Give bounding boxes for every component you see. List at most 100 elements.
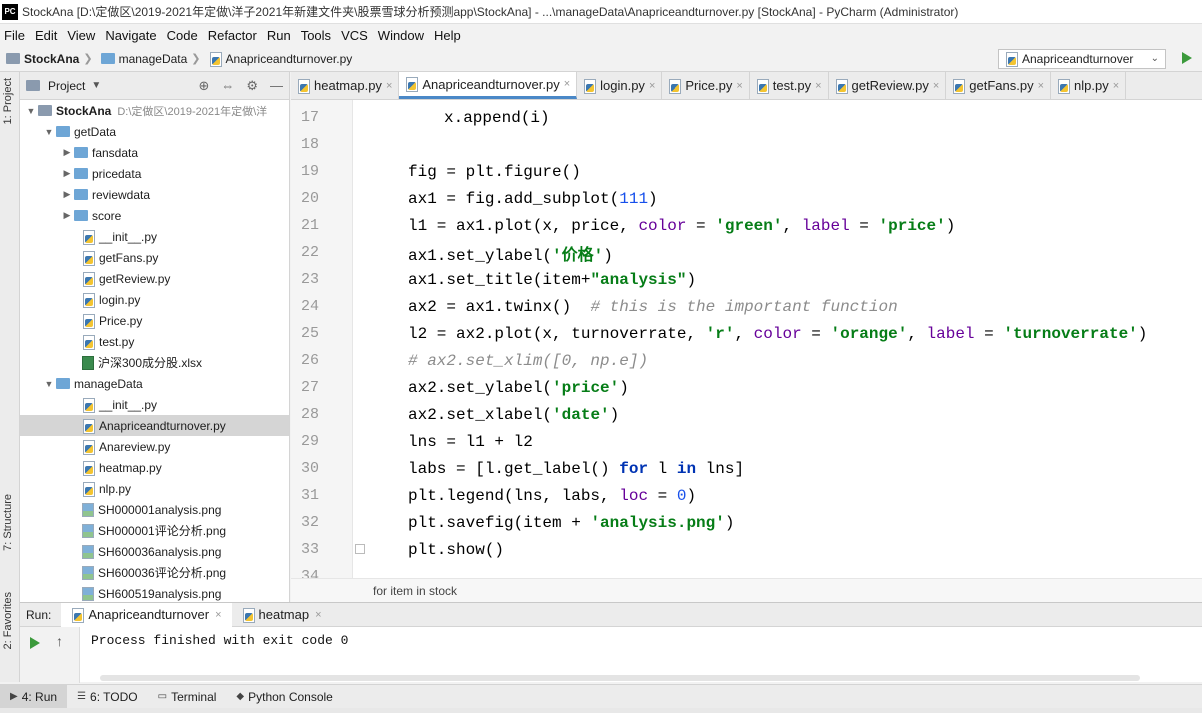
editor-tab-anapriceandturnover[interactable]: Anapriceandturnover.py × <box>399 72 578 99</box>
close-icon[interactable]: × <box>649 80 655 92</box>
tool-window-python-console[interactable]: ◆ Python Console <box>226 685 342 709</box>
code-line[interactable]: 23 ax1.set_title(item+"analysis") <box>291 266 1202 293</box>
close-icon[interactable]: × <box>315 609 321 621</box>
tree-folder-managedata[interactable]: ▼ manageData <box>20 373 289 394</box>
tree-file[interactable]: SH600036analysis.png <box>20 541 289 562</box>
tree-file[interactable]: login.py <box>20 289 289 310</box>
code-line[interactable]: 29 lns = l1 + l2 <box>291 428 1202 455</box>
tree-folder-pricedata[interactable]: ▶ pricedata <box>20 163 289 184</box>
nav-crumb-project[interactable]: StockAna ❯ <box>6 52 97 66</box>
hide-panel-icon[interactable]: — <box>270 78 283 94</box>
editor-tab-login[interactable]: login.py × <box>577 72 663 99</box>
chevron-right-icon[interactable]: ▶ <box>60 147 74 158</box>
close-icon[interactable]: × <box>1113 80 1119 92</box>
code-line[interactable]: 20 ax1 = fig.add_subplot(111) <box>291 185 1202 212</box>
code-line[interactable]: 32 plt.savefig(item + 'analysis.png') <box>291 509 1202 536</box>
code-line[interactable]: 33 plt.show() <box>291 536 1202 563</box>
chevron-right-icon[interactable]: ▶ <box>60 210 74 221</box>
chevron-down-icon[interactable]: ▼ <box>91 80 101 91</box>
editor-tab-heatmap[interactable]: heatmap.py × <box>291 72 400 99</box>
chevron-right-icon[interactable]: ▶ <box>60 168 74 179</box>
gear-icon[interactable]: ⚙ <box>246 78 258 94</box>
tree-folder-getdata[interactable]: ▼ getData <box>20 121 289 142</box>
editor-tab-nlp[interactable]: nlp.py × <box>1051 72 1127 99</box>
menu-tools[interactable]: Tools <box>301 28 331 43</box>
code-line[interactable]: 31 plt.legend(lns, labs, loc = 0) <box>291 482 1202 509</box>
run-configuration-select[interactable]: Anapriceandturnover ⌄ <box>998 49 1166 69</box>
menu-file[interactable]: File <box>4 28 25 43</box>
tree-file[interactable]: SH600519analysis.png <box>20 583 289 604</box>
tree-file[interactable]: getFans.py <box>20 247 289 268</box>
tool-tab-structure[interactable]: 7: Structure <box>2 494 14 551</box>
close-icon[interactable]: × <box>564 78 570 90</box>
horizontal-scrollbar[interactable] <box>100 675 1140 681</box>
menu-view[interactable]: View <box>67 28 95 43</box>
arrow-up-icon[interactable]: ↑ <box>56 633 63 649</box>
menu-refactor[interactable]: Refactor <box>208 28 257 43</box>
tree-file[interactable]: heatmap.py <box>20 457 289 478</box>
chevron-down-icon[interactable]: ▼ <box>42 379 56 389</box>
chevron-right-icon[interactable]: ▶ <box>60 189 74 200</box>
chevron-down-icon[interactable]: ▼ <box>24 106 38 116</box>
editor-tab-getfans[interactable]: getFans.py × <box>946 72 1052 99</box>
code-line[interactable]: 34 <box>291 563 1202 578</box>
menu-edit[interactable]: Edit <box>35 28 57 43</box>
tree-file[interactable]: SH000001analysis.png <box>20 499 289 520</box>
tree-file[interactable]: SH000001评论分析.png <box>20 520 289 541</box>
close-icon[interactable]: × <box>1038 80 1044 92</box>
run-tab-anapriceandturnover[interactable]: Anapriceandturnover × <box>61 602 232 627</box>
collapse-all-icon[interactable]: ⇔ <box>221 78 234 94</box>
editor-tab-price[interactable]: Price.py × <box>662 72 750 99</box>
nav-crumb-file[interactable]: Anapriceandturnover.py <box>209 51 352 67</box>
code-line[interactable]: 19 fig = plt.figure() <box>291 158 1202 185</box>
close-icon[interactable]: × <box>933 80 939 92</box>
menu-window[interactable]: Window <box>378 28 424 43</box>
editor-tab-getreview[interactable]: getReview.py × <box>829 72 947 99</box>
menu-navigate[interactable]: Navigate <box>105 28 156 43</box>
editor-tab-test[interactable]: test.py × <box>750 72 829 99</box>
code-line[interactable]: 27 ax2.set_ylabel('price') <box>291 374 1202 401</box>
close-icon[interactable]: × <box>215 609 221 621</box>
tool-window-run[interactable]: ▶ 4: Run <box>0 684 68 709</box>
code-line[interactable]: 21 l1 = ax1.plot(x, price, color = 'gree… <box>291 212 1202 239</box>
tool-tab-project[interactable]: 1: Project <box>2 78 14 124</box>
menu-vcs[interactable]: VCS <box>341 28 368 43</box>
tree-file[interactable]: SH600036评论分析.png <box>20 562 289 583</box>
menu-help[interactable]: Help <box>434 28 461 43</box>
code-line[interactable]: 26 # ax2.set_xlim([0, np.e]) <box>291 347 1202 374</box>
tree-file[interactable]: nlp.py <box>20 478 289 499</box>
tool-window-todo[interactable]: ☰ 6: TODO <box>67 685 148 709</box>
code-line[interactable]: 18 <box>291 131 1202 158</box>
tree-folder-fansdata[interactable]: ▶ fansdata <box>20 142 289 163</box>
tool-window-terminal[interactable]: ▭ Terminal <box>148 685 227 709</box>
code-line[interactable]: 17 x.append(i) <box>291 104 1202 131</box>
project-view-select[interactable]: Project <box>48 79 85 93</box>
menu-run[interactable]: Run <box>267 28 291 43</box>
nav-crumb-folder[interactable]: manageData ❯ <box>100 52 205 66</box>
rerun-button[interactable] <box>30 637 40 649</box>
tree-folder-reviewdata[interactable]: ▶ reviewdata <box>20 184 289 205</box>
menu-code[interactable]: Code <box>167 28 198 43</box>
code-line[interactable]: 30 labs = [l.get_label() for l in lns] <box>291 455 1202 482</box>
tree-folder-score[interactable]: ▶ score <box>20 205 289 226</box>
fold-marker-icon[interactable] <box>355 544 365 554</box>
code-line[interactable]: 28 ax2.set_xlabel('date') <box>291 401 1202 428</box>
close-icon[interactable]: × <box>815 80 821 92</box>
tree-file[interactable]: __init__.py <box>20 394 289 415</box>
code-breadcrumb[interactable]: for item in stock <box>291 578 1202 602</box>
tree-file[interactable]: Price.py <box>20 310 289 331</box>
code-line[interactable]: 22 ax1.set_ylabel('价格') <box>291 239 1202 266</box>
close-icon[interactable]: × <box>386 80 392 92</box>
run-button[interactable] <box>1182 52 1192 64</box>
chevron-down-icon[interactable]: ▼ <box>42 127 56 137</box>
tree-root[interactable]: ▼ StockAna D:\定做区\2019-2021年定做\洋 <box>20 100 289 121</box>
close-icon[interactable]: × <box>736 80 742 92</box>
tree-file-selected[interactable]: Anapriceandturnover.py <box>20 415 289 436</box>
tree-file[interactable]: test.py <box>20 331 289 352</box>
tree-file[interactable]: Anareview.py <box>20 436 289 457</box>
code-editor[interactable]: 17 x.append(i) 18 19 fig = plt.figure() … <box>291 100 1202 578</box>
tool-tab-favorites[interactable]: 2: Favorites <box>2 592 14 649</box>
tree-file[interactable]: 沪深300成分股.xlsx <box>20 352 289 373</box>
code-line[interactable]: 25 l2 = ax2.plot(x, turnoverrate, 'r', c… <box>291 320 1202 347</box>
run-tab-heatmap[interactable]: heatmap × <box>232 603 332 627</box>
